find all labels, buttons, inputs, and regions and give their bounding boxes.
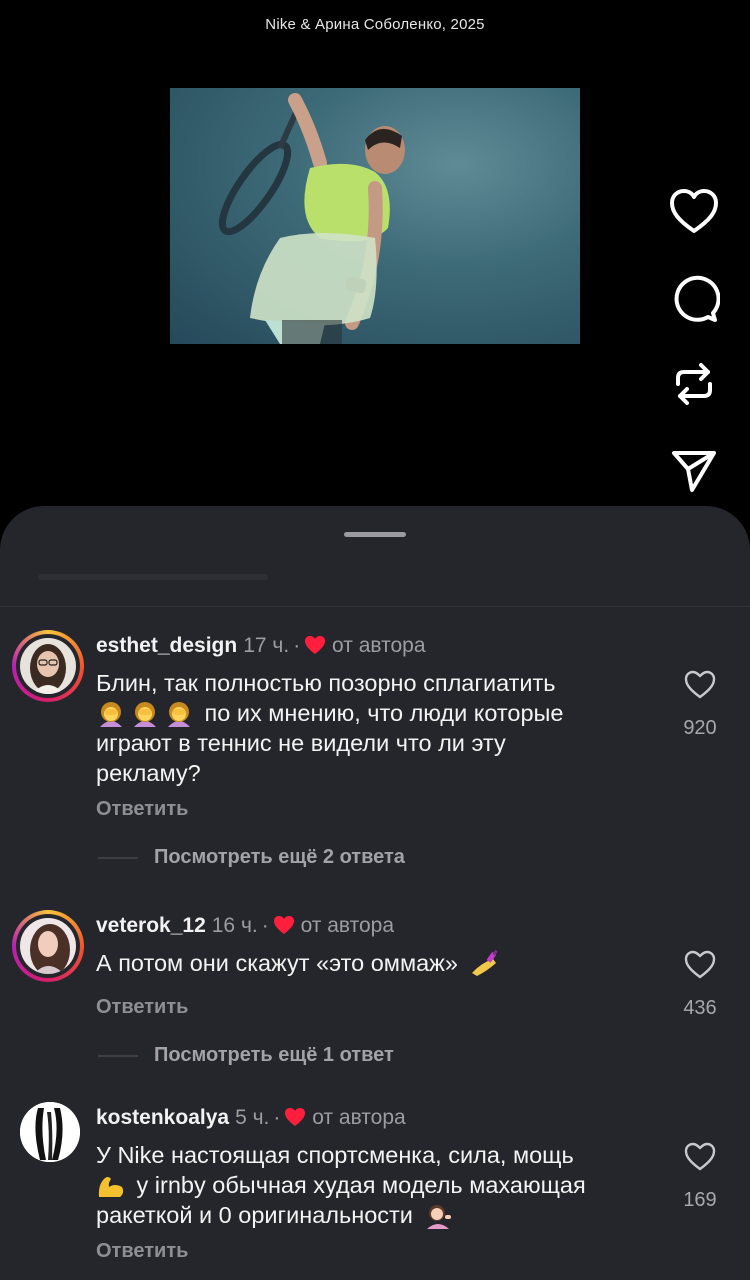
reply-button[interactable]: Ответить	[96, 996, 188, 1019]
woman-facepalming-emoji	[96, 699, 126, 727]
view-more-replies[interactable]: Посмотреть ещё 1 ответ	[98, 1044, 394, 1067]
reply-button[interactable]: Ответить	[96, 798, 188, 821]
view-more-replies[interactable]: Посмотреть ещё 2 ответа	[98, 846, 405, 869]
avatar[interactable]	[20, 1102, 80, 1162]
repost-icon[interactable]	[668, 358, 720, 410]
author-liked-heart-icon	[304, 635, 326, 661]
author-liked-heart-icon	[273, 915, 295, 941]
comment-meta: kostenkoalya 5 ч. · от автора	[96, 1106, 406, 1133]
author-label: от автора	[300, 914, 395, 937]
timestamp: 5 ч.	[235, 1106, 270, 1129]
like-count: 436	[683, 997, 717, 1019]
comment-text: Блин, так полностью позорно сплагиатить …	[96, 670, 564, 786]
action-bar	[668, 186, 721, 530]
username[interactable]: kostenkoalya	[96, 1106, 229, 1129]
comment-text: У Nike настоящая спортсменка, сила, мощь…	[96, 1142, 586, 1229]
heart-outline-icon[interactable]	[684, 1142, 716, 1172]
like-count: 169	[683, 1189, 717, 1211]
comment-like[interactable]: 920	[676, 670, 724, 740]
sheet-header-placeholder	[38, 574, 268, 580]
nail-polish-emoji	[469, 949, 499, 977]
username[interactable]: veterok_12	[96, 914, 206, 937]
share-icon[interactable]	[668, 444, 720, 496]
flexed-biceps-emoji	[96, 1171, 126, 1199]
reply-button[interactable]: Ответить	[96, 1240, 188, 1263]
like-count: 920	[683, 717, 717, 739]
comment-meta: veterok_12 16 ч. · от автора	[96, 914, 394, 941]
comment-icon[interactable]	[668, 272, 721, 324]
video-player[interactable]	[170, 88, 580, 344]
avatar[interactable]	[12, 910, 84, 982]
woman-facepalming-emoji	[130, 699, 160, 727]
avatar[interactable]	[12, 630, 84, 702]
like-icon[interactable]	[668, 186, 720, 238]
comment-text: А потом они скажут «это оммаж»	[96, 948, 656, 978]
woman-facepalming-emoji	[164, 699, 194, 727]
comment-like[interactable]: 169	[676, 1142, 724, 1212]
username[interactable]: esthet_design	[96, 634, 237, 657]
heart-outline-icon[interactable]	[684, 950, 716, 980]
comment-like[interactable]: 436	[676, 950, 724, 1020]
woman-tipping-hand-emoji	[423, 1201, 453, 1229]
comment-meta: esthet_design 17 ч. · от автора	[96, 634, 426, 661]
author-label: от автора	[312, 1106, 406, 1129]
sheet-drag-handle[interactable]	[344, 532, 406, 537]
divider	[0, 606, 750, 607]
heart-outline-icon[interactable]	[684, 670, 716, 700]
author-liked-heart-icon	[284, 1107, 306, 1133]
video-caption: Nike & Арина Соболенко, 2025	[265, 16, 485, 33]
author-label: от автора	[332, 634, 426, 657]
timestamp: 17 ч.	[243, 634, 290, 657]
comments-sheet: esthet_design 17 ч. · от автора Блин, так …	[0, 506, 750, 1280]
video-frame-image	[218, 93, 405, 344]
timestamp: 16 ч.	[211, 914, 258, 937]
